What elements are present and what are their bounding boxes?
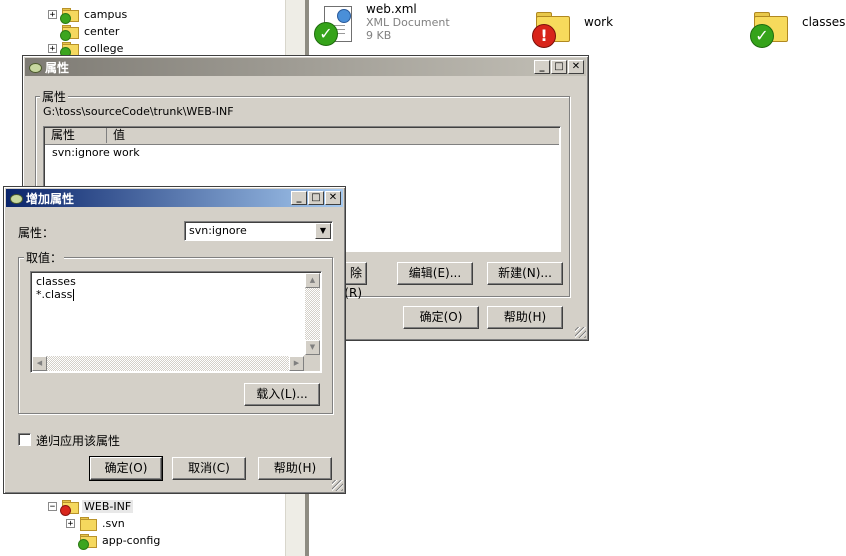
scroll-right-icon[interactable]: ▶ <box>289 356 304 371</box>
tree-item-label: WEB-INF <box>82 499 134 513</box>
recursive-checkbox[interactable] <box>18 433 31 446</box>
folder-icon <box>80 516 97 531</box>
xml-document-icon: ✓ <box>314 4 354 46</box>
scroll-up-icon[interactable]: ▲ <box>305 273 320 288</box>
text-caret <box>73 288 75 301</box>
dialog-title: 属性 <box>45 60 70 75</box>
close-icon[interactable]: ✕ <box>325 191 341 205</box>
group-title: 取值： <box>24 249 65 266</box>
load-button[interactable]: 载入(L)... <box>244 383 320 406</box>
tree-item-web-inf[interactable]: − WEB-INF <box>48 498 134 516</box>
file-type: XML Document <box>366 16 450 29</box>
versioned-folder-icon <box>78 533 97 550</box>
recursive-label[interactable]: 递归应用该属性 <box>36 432 120 449</box>
tree-item-svn[interactable]: + .svn <box>66 515 127 531</box>
property-name: svn:ignore <box>52 146 110 159</box>
tree-item-label: campus <box>84 7 128 21</box>
value-textarea[interactable]: classes *.class ▲ ▼ ◀ ▶ <box>30 271 322 373</box>
tree-item-center[interactable]: center <box>48 23 121 41</box>
dialog-title: 增加属性 <box>26 191 75 206</box>
properties-titlebar[interactable]: 属性 _ □ ✕ <box>25 58 586 76</box>
ok-button[interactable]: 确定(O) <box>403 306 479 329</box>
file-name: web.xml <box>366 2 417 16</box>
conflict-overlay-icon: ! <box>532 24 556 48</box>
tree-item-app-config[interactable]: app-config <box>66 532 162 550</box>
new-button[interactable]: 新建(N)... <box>487 262 563 285</box>
property-value: work <box>113 146 140 159</box>
versioned-overlay-icon: ✓ <box>314 22 338 46</box>
tree-item-label: app-config <box>102 533 161 547</box>
column-header-value[interactable]: 值 <box>107 128 559 143</box>
working-copy-path: G:\toss\sourceCode\trunk\WEB-INF <box>43 105 234 118</box>
table-row[interactable]: svn:ignore work <box>45 146 559 162</box>
value-line: classes <box>36 275 76 288</box>
versioned-folder-icon <box>60 41 79 58</box>
maximize-icon[interactable]: □ <box>308 191 324 205</box>
file-name: classes <box>802 15 846 29</box>
horizontal-scrollbar[interactable]: ◀ ▶ <box>32 356 304 371</box>
versioned-folder-icon <box>60 24 79 41</box>
expand-icon[interactable]: + <box>48 43 57 53</box>
property-combobox-value: svn:ignore <box>189 224 247 237</box>
help-button[interactable]: 帮助(H) <box>258 457 332 480</box>
edit-button[interactable]: 编辑(E)... <box>397 262 473 285</box>
vertical-scrollbar[interactable]: ▲ ▼ <box>305 273 320 355</box>
versioned-folder-icon <box>60 7 79 24</box>
tree-item-label: college <box>84 41 124 55</box>
resize-grip[interactable] <box>332 480 343 491</box>
minimize-icon[interactable]: _ <box>291 191 307 205</box>
collapse-icon[interactable]: − <box>48 501 57 511</box>
tortoise-icon <box>9 192 23 204</box>
add-property-titlebar[interactable]: 增加属性 _ □ ✕ <box>6 189 343 207</box>
group-title: 属性 <box>40 88 69 105</box>
file-name: work <box>584 15 614 29</box>
list-header: 属性 值 <box>45 128 559 145</box>
value-line: *.class <box>36 288 73 301</box>
tree-item-campus[interactable]: + campus <box>48 6 129 24</box>
folder-icon: ! <box>532 6 572 48</box>
cancel-button[interactable]: 取消(C) <box>172 457 246 480</box>
value-line-with-caret: *.class <box>36 288 75 301</box>
tree-item-college[interactable]: + college <box>48 40 125 58</box>
modified-folder-icon <box>60 499 79 516</box>
expand-icon[interactable]: + <box>66 518 75 528</box>
tree-item-label: center <box>84 24 120 38</box>
versioned-overlay-icon: ✓ <box>750 24 774 48</box>
add-property-dialog: 增加属性 _ □ ✕ 属性： svn:ignore ▼ 取值： classes … <box>3 186 346 494</box>
maximize-icon[interactable]: □ <box>551 60 567 74</box>
close-icon[interactable]: ✕ <box>568 60 584 74</box>
file-size: 9 KB <box>366 29 392 42</box>
minimize-icon[interactable]: _ <box>534 60 550 74</box>
scrollbar-corner <box>304 355 320 371</box>
column-header-property[interactable]: 属性 <box>45 128 107 143</box>
help-button[interactable]: 帮助(H) <box>487 306 563 329</box>
property-label: 属性： <box>18 226 55 240</box>
expand-icon[interactable]: + <box>48 9 57 19</box>
tortoise-icon <box>28 61 42 73</box>
tree-item-label: .svn <box>102 516 125 530</box>
scroll-down-icon[interactable]: ▼ <box>305 340 320 355</box>
resize-grip[interactable] <box>575 327 586 338</box>
property-combobox[interactable]: svn:ignore ▼ <box>184 221 333 241</box>
chevron-down-icon[interactable]: ▼ <box>315 223 331 239</box>
ok-button[interactable]: 确定(O) <box>89 456 163 481</box>
scroll-left-icon[interactable]: ◀ <box>32 356 47 371</box>
folder-icon: ✓ <box>750 6 790 48</box>
